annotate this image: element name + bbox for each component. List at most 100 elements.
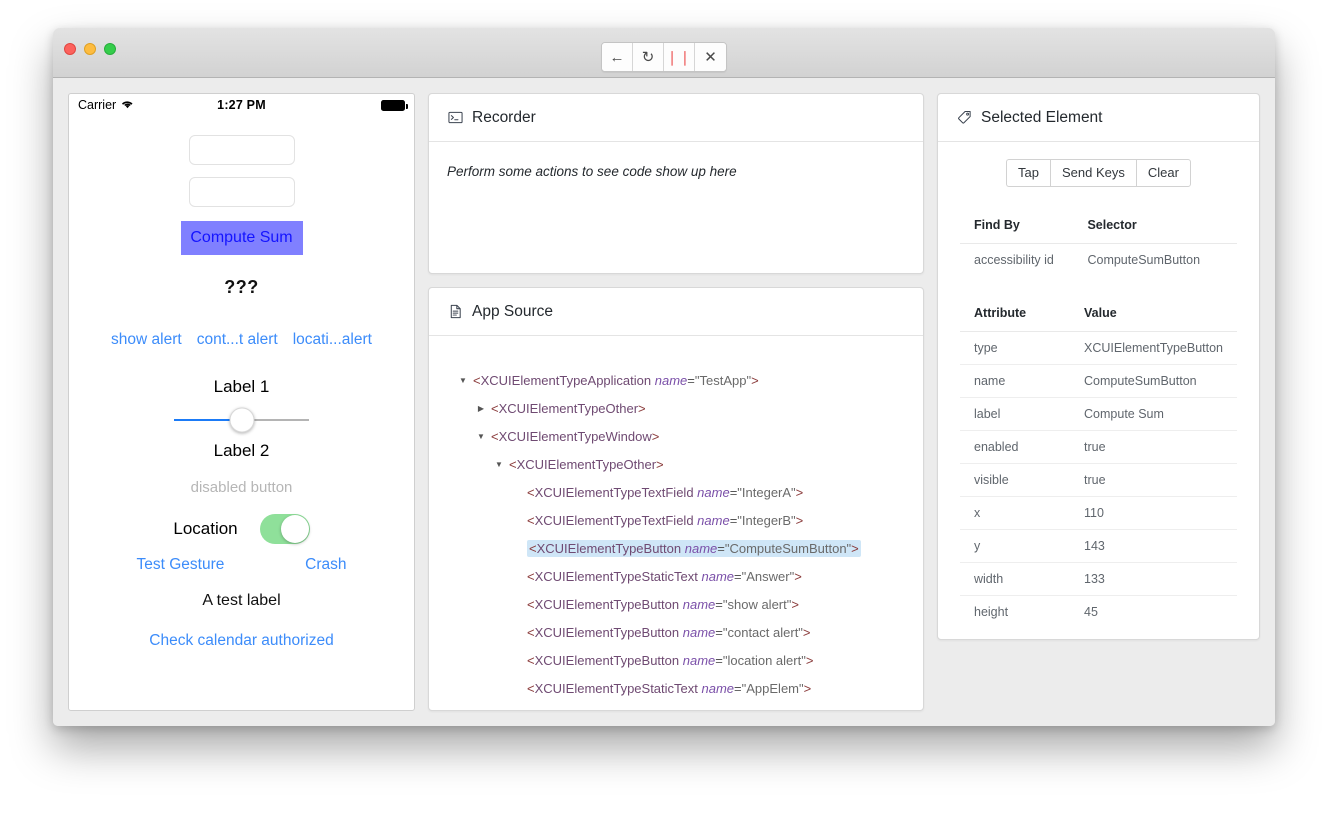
- table-cell-key: height: [974, 605, 1009, 620]
- table-cell-key: name: [960, 364, 1071, 399]
- table-cell-value: Compute Sum: [1070, 397, 1237, 432]
- tree-node[interactable]: ▼<XCUIElementTypeButton name="ComputeSum…: [429, 534, 923, 562]
- table-cell-value: 45: [1084, 605, 1098, 620]
- table-cell-key: width: [960, 562, 1071, 597]
- attribute-column-header: Attribute: [960, 295, 1071, 333]
- chevron-down-icon[interactable]: ▼: [455, 376, 471, 385]
- table-row: visible true: [960, 463, 1237, 498]
- tree-node[interactable]: ▼<XCUIElementTypeButton name="show alert…: [429, 590, 923, 618]
- selector-column-header: Selector: [1073, 207, 1237, 245]
- label-1: Label 1: [213, 377, 270, 396]
- battery-icon: [381, 99, 408, 111]
- tree-node-label: <XCUIElementTypeButton name="ComputeSumB…: [527, 539, 861, 557]
- location-alert-button[interactable]: locati...alert: [293, 331, 372, 349]
- tag-icon: [956, 110, 972, 126]
- tap-button[interactable]: Tap: [1006, 159, 1050, 188]
- terminal-icon: [447, 110, 463, 126]
- minimize-window-button[interactable]: [84, 43, 96, 55]
- integer-a-field[interactable]: [188, 135, 295, 165]
- table-row: enabled true: [960, 430, 1237, 465]
- recorder-title: Recorder: [472, 108, 536, 126]
- tree-node[interactable]: ▼<XCUIElementTypeTextField name="Integer…: [429, 506, 923, 534]
- window-titlebar: ← ↻ ❘❘ ✕: [53, 28, 1275, 78]
- tree-node[interactable]: ▼<XCUIElementTypeButton name="contact al…: [429, 618, 923, 646]
- window-body: Carrier 1:27 PM Compute Sum ??? show ale…: [53, 78, 1275, 726]
- tree-node[interactable]: ▼ <XCUIElementTypeWindow>: [429, 422, 923, 450]
- tree-node[interactable]: ▼<XCUIElementTypeStaticText name="Answer…: [429, 562, 923, 590]
- tree-node[interactable]: ▶ <XCUIElementTypeOther>: [429, 394, 923, 422]
- value-column-header: Value: [1070, 295, 1237, 333]
- table-row: y 143: [960, 529, 1237, 564]
- tree-node[interactable]: ▼<XCUIElementTypeButton name="location a…: [429, 646, 923, 674]
- recorder-empty-message: Perform some actions to see code show up…: [447, 164, 737, 179]
- maximize-window-button[interactable]: [104, 43, 116, 55]
- crash-button[interactable]: Crash: [305, 556, 346, 574]
- contact-alert-button[interactable]: cont...t alert: [197, 331, 278, 349]
- status-bar-time: 1:27 PM: [217, 98, 266, 112]
- app-source-panel: App Source ▼ <XCUIElementTypeApplication …: [428, 287, 924, 711]
- app-source-tree[interactable]: ▼ <XCUIElementTypeApplication name="TestA…: [429, 336, 923, 710]
- table-cell-value: true: [1070, 430, 1237, 465]
- table-cell-key: label: [960, 397, 1071, 432]
- compute-sum-button[interactable]: Compute Sum: [180, 221, 303, 255]
- refresh-button[interactable]: ↻: [633, 43, 664, 71]
- tree-node-label: <XCUIElementTypeButton name="contact ale…: [527, 624, 811, 640]
- back-button[interactable]: ←: [602, 43, 633, 71]
- selected-element-panel: Selected Element Tap Send Keys Clear Fin…: [937, 93, 1260, 640]
- app-window: ← ↻ ❘❘ ✕ Carrier 1:27 PM Compute Sum ???…: [53, 28, 1275, 726]
- chevron-down-icon[interactable]: ▼: [491, 460, 507, 469]
- tree-node-label: <XCUIElementTypeApplication name="TestAp…: [473, 372, 759, 388]
- close-session-button[interactable]: ✕: [695, 43, 726, 71]
- location-row: Location: [173, 514, 310, 544]
- integer-b-field[interactable]: [188, 177, 295, 207]
- find-by-table: Find By Selector accessibility id Compute…: [959, 206, 1238, 278]
- recorder-header: Recorder: [429, 94, 923, 142]
- tree-node[interactable]: ▼ <XCUIElementTypeOther>: [429, 450, 923, 478]
- table-row: name ComputeSumButton: [960, 364, 1237, 399]
- table-row: type XCUIElementTypeButton: [960, 331, 1237, 366]
- find-by-column-header: Find By: [960, 207, 1074, 245]
- find-by-header-row: Find By Selector: [960, 207, 1237, 245]
- tree-node-label: <XCUIElementTypeWindow>: [491, 428, 660, 444]
- chevron-down-icon[interactable]: ▼: [473, 432, 489, 441]
- table-row: x 110: [960, 496, 1237, 531]
- slider-thumb[interactable]: [229, 407, 254, 433]
- table-cell-key: enabled: [960, 430, 1071, 465]
- send-keys-button[interactable]: Send Keys: [1050, 159, 1136, 188]
- find-by-body: accessibility id ComputeSumButton: [960, 244, 1237, 277]
- right-column: Selected Element Tap Send Keys Clear Fin…: [937, 93, 1260, 711]
- tree-node-label: <XCUIElementTypeTextField name="IntegerA…: [527, 484, 804, 500]
- pause-button[interactable]: ❘❘: [664, 43, 695, 71]
- tree-node-label: <XCUIElementTypeStaticText name="AppElem…: [527, 680, 812, 696]
- location-toggle[interactable]: [259, 514, 310, 544]
- session-toolbar: ← ↻ ❘❘ ✕: [601, 42, 727, 72]
- table-cell-key: x: [960, 496, 1071, 531]
- traffic-lights: [64, 43, 116, 55]
- table-cell-value: XCUIElementTypeButton: [1070, 331, 1237, 366]
- answer-label: ???: [224, 277, 259, 297]
- test-gesture-button[interactable]: Test Gesture: [137, 556, 225, 574]
- tree-node-label: <XCUIElementTypeButton name="location al…: [527, 652, 814, 668]
- selected-element-title: Selected Element: [981, 108, 1103, 126]
- show-alert-button[interactable]: show alert: [111, 331, 182, 349]
- table-row: height 45: [960, 596, 1237, 629]
- table-cell-value: true: [1070, 463, 1237, 498]
- element-action-buttons: Tap Send Keys Clear: [959, 159, 1238, 188]
- clear-button[interactable]: Clear: [1135, 159, 1191, 188]
- center-column: Recorder Perform some actions to see cod…: [428, 93, 924, 711]
- status-bar-right: [381, 99, 408, 111]
- check-calendar-authorized-link[interactable]: Check calendar authorized: [149, 632, 333, 650]
- tree-node-label: <XCUIElementTypeStaticText name="Answer"…: [527, 568, 802, 584]
- chevron-right-icon[interactable]: ▶: [473, 404, 489, 413]
- tree-node[interactable]: ▼<XCUIElementTypeTextField name="Integer…: [429, 478, 923, 506]
- device-screen-panel[interactable]: Carrier 1:27 PM Compute Sum ??? show ale…: [68, 93, 415, 711]
- tree-node-label: <XCUIElementTypeTextField name="IntegerB…: [527, 512, 804, 528]
- tree-node[interactable]: ▼ <XCUIElementTypeApplication name="TestA…: [429, 366, 923, 394]
- selected-element-body: Tap Send Keys Clear Find By Selector acc…: [938, 142, 1259, 639]
- value-slider[interactable]: [174, 407, 309, 433]
- attributes-table: Attribute Value type XCUIElementTypeButto…: [959, 294, 1238, 630]
- gesture-row: Test Gesture Crash: [137, 556, 347, 574]
- close-window-button[interactable]: [64, 43, 76, 55]
- tree-node[interactable]: ▼<XCUIElementTypeStaticText name="AppEle…: [429, 674, 923, 702]
- app-source-title: App Source: [472, 302, 553, 320]
